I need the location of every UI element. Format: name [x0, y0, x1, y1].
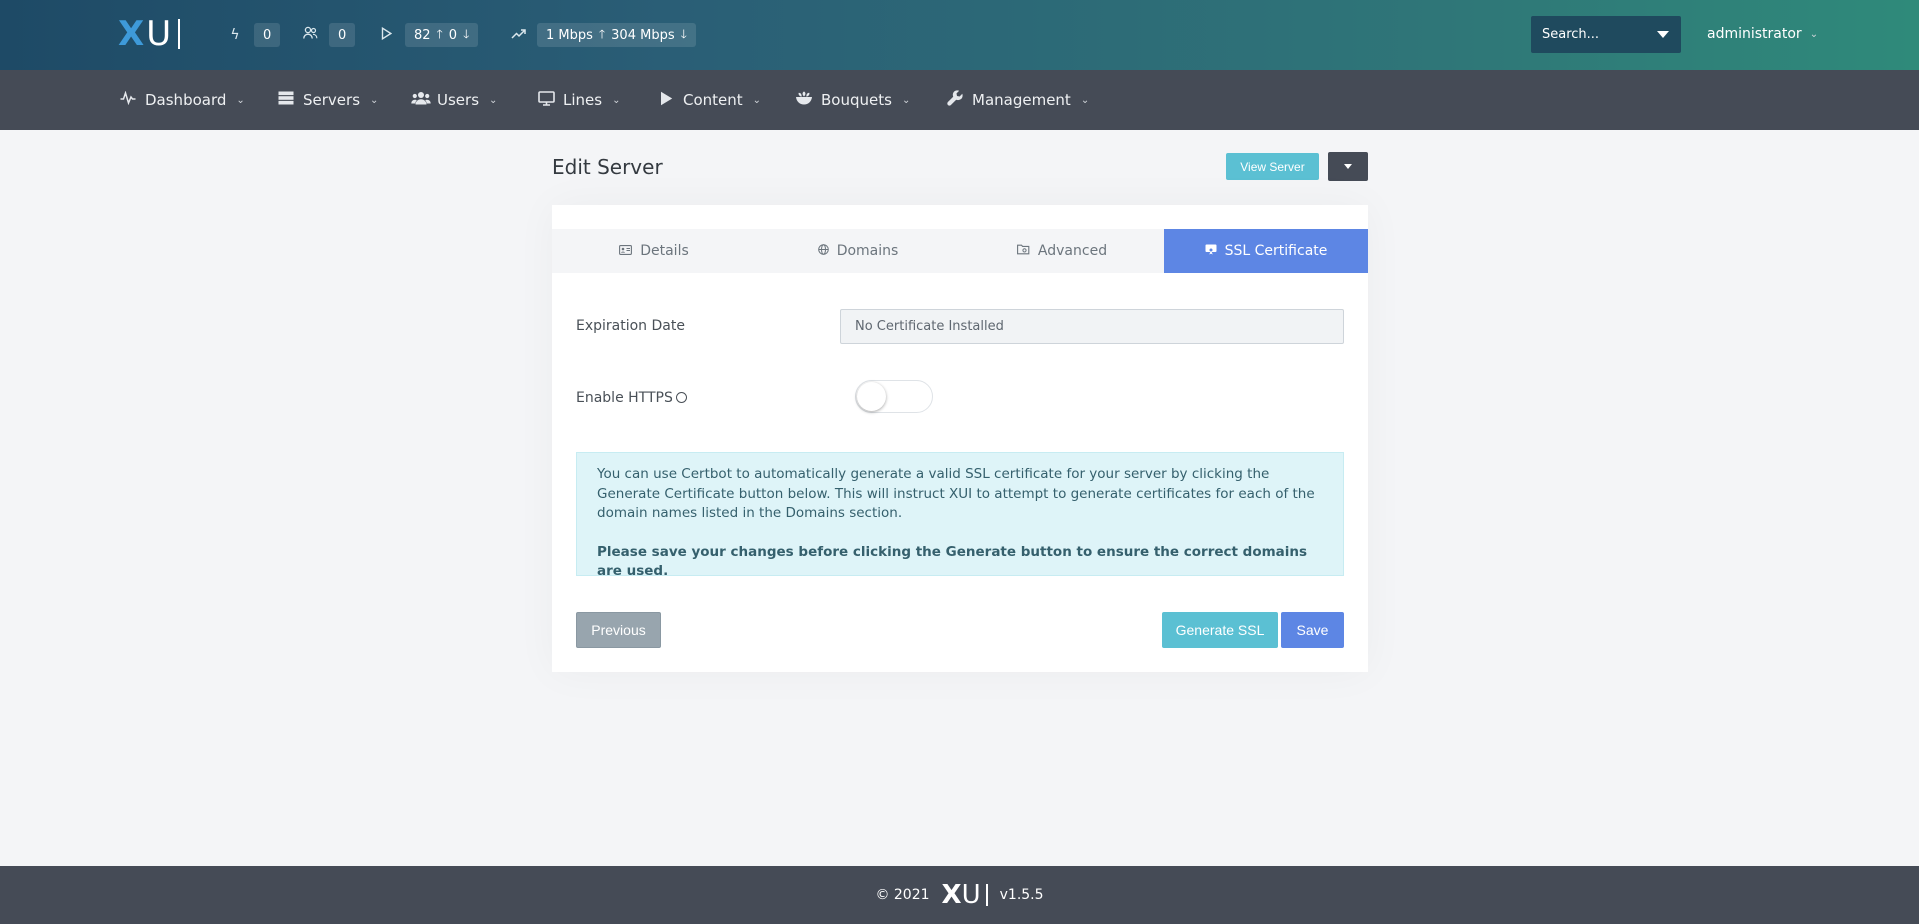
main-nav: Dashboard ⌄ Servers ⌄ Users ⌄ Lines ⌄ Co… — [0, 70, 1919, 130]
tab-domains[interactable]: Domains — [756, 229, 960, 273]
certbot-info-alert: You can use Certbot to automatically gen… — [576, 452, 1344, 579]
stat-users[interactable]: 0 — [301, 22, 356, 48]
generate-ssl-button[interactable]: Generate SSL — [1162, 612, 1278, 648]
copyright-text: © 2021 — [875, 887, 930, 903]
tab-ssl-certificate[interactable]: SSL Certificate — [1164, 229, 1368, 273]
version-text: v1.5.5 — [999, 887, 1044, 903]
arrow-down-icon: 🡓 — [680, 26, 687, 41]
users-icon — [301, 26, 319, 44]
flower-icon — [795, 91, 813, 109]
previous-button[interactable]: Previous — [576, 612, 661, 648]
search-select[interactable]: Search... — [1531, 16, 1681, 53]
users-icon — [411, 91, 431, 109]
nav-bouquets[interactable]: Bouquets ⌄ — [795, 70, 910, 130]
arrow-up-icon: 🡑 — [436, 26, 443, 41]
nav-content[interactable]: Content ⌄ — [657, 70, 761, 130]
page-title: Edit Server — [552, 155, 663, 179]
server-icon — [277, 91, 295, 109]
chevron-down-icon: ⌄ — [1809, 28, 1819, 40]
info-circle-icon[interactable] — [675, 392, 687, 403]
play-icon — [377, 26, 395, 44]
chevron-down-icon: ⌄ — [901, 94, 911, 106]
nav-users[interactable]: Users ⌄ — [411, 70, 497, 130]
footer: © 2021 XU v1.5.5 — [0, 866, 1919, 924]
nav-management[interactable]: Management ⌄ — [946, 70, 1089, 130]
nav-lines[interactable]: Lines ⌄ — [537, 70, 620, 130]
options-dropdown-button[interactable] — [1328, 152, 1368, 181]
stat-connections[interactable]: ϟ 0 — [226, 22, 281, 48]
lightning-icon: ϟ — [230, 27, 240, 43]
user-menu[interactable]: administrator ⌄ — [1707, 26, 1818, 42]
certificate-icon — [1205, 244, 1217, 258]
expiration-date-label: Expiration Date — [576, 318, 685, 334]
chevron-down-icon: ⌄ — [1080, 94, 1090, 106]
trend-icon — [509, 27, 527, 43]
enable-https-label: Enable HTTPS — [576, 390, 687, 406]
arrow-up-icon: 🡑 — [598, 26, 606, 41]
alert-text: You can use Certbot to automatically gen… — [597, 466, 1315, 521]
tab-advanced[interactable]: Advanced — [960, 229, 1164, 273]
edit-server-card: Details Domains Advanced SSL Certificate… — [552, 205, 1368, 672]
footer-logo: XU — [942, 880, 988, 910]
id-card-icon — [619, 244, 633, 258]
chevron-down-icon: ⌄ — [612, 94, 621, 106]
monitor-icon — [537, 90, 555, 110]
globe-icon — [817, 244, 829, 258]
xui-logo[interactable]: XU — [118, 14, 181, 54]
nav-servers[interactable]: Servers ⌄ — [277, 70, 378, 130]
arrow-down-icon: 🡓 — [463, 26, 470, 41]
toggle-knob — [857, 382, 886, 411]
expiration-date-field: No Certificate Installed — [840, 309, 1344, 344]
caret-down-icon — [1344, 164, 1352, 169]
chevron-down-icon: ⌄ — [752, 94, 762, 106]
stat-bandwidth[interactable]: 1 Mbps 🡑 304 Mbps 🡓 — [509, 22, 696, 48]
pulse-icon — [119, 90, 137, 109]
play-icon — [657, 91, 675, 110]
enable-https-toggle[interactable] — [855, 380, 933, 413]
tab-bar: Details Domains Advanced SSL Certificate — [552, 229, 1368, 273]
caret-down-icon — [1657, 31, 1669, 38]
chevron-down-icon: ⌄ — [370, 94, 379, 106]
chevron-down-icon: ⌄ — [236, 94, 245, 106]
top-bar: XU ϟ 0 0 82 🡑 0 🡓 1 Mbps 🡑 304 Mbps 🡓 Se… — [0, 0, 1919, 70]
save-button[interactable]: Save — [1281, 612, 1344, 648]
wrench-icon — [946, 90, 964, 110]
tab-details[interactable]: Details — [552, 229, 756, 273]
stat-streams[interactable]: 82 🡑 0 🡓 — [377, 22, 479, 48]
view-server-button[interactable]: View Server — [1226, 153, 1319, 180]
chevron-down-icon: ⌄ — [489, 94, 498, 106]
nav-dashboard[interactable]: Dashboard ⌄ — [119, 70, 245, 130]
folder-cog-icon — [1016, 244, 1030, 258]
alert-warning-text: Please save your changes before clicking… — [597, 543, 1308, 580]
